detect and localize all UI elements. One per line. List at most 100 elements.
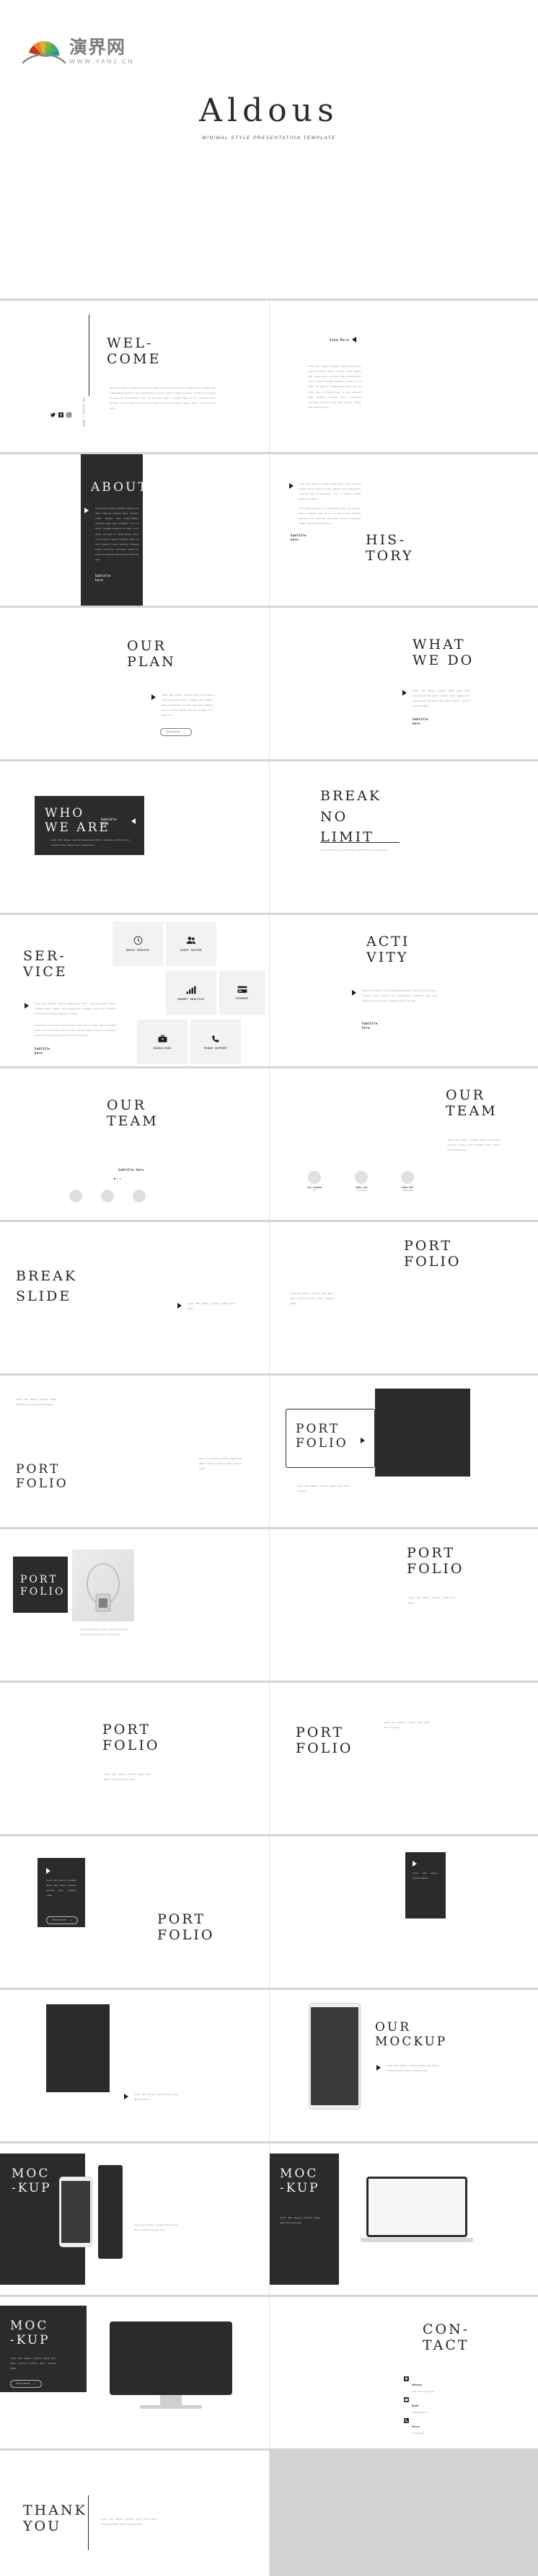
slide-portfolio-6[interactable]: PORT FOLIO netus nibh aliquet, porttitor… bbox=[0, 1683, 269, 1834]
triangle-right-icon bbox=[361, 1438, 365, 1443]
social-links[interactable] bbox=[50, 412, 71, 417]
team-member[interactable]: JOHN DOE MARKETING bbox=[401, 1171, 415, 1192]
carousel-dots[interactable] bbox=[114, 1178, 121, 1179]
mockup-dark-panel: MOC -KUP netus nibh aliquet, porttitor l… bbox=[270, 2154, 339, 2285]
arrow-right-icon: → bbox=[32, 2381, 36, 2386]
logo-chinese-text: 演界网 bbox=[69, 37, 126, 58]
signature-vertical: Vic Iconia — CEO bbox=[82, 398, 85, 428]
slide-our-plan[interactable]: OUR PLAN netus nibh aliquet, porttitor l… bbox=[0, 608, 269, 759]
contact-item[interactable]: Email hello@aldous.com bbox=[404, 2397, 512, 2414]
slide-title: PORT FOLIO bbox=[16, 1462, 69, 1492]
view-more-pill-button[interactable]: View more → bbox=[10, 2375, 42, 2388]
triangle-right-icon bbox=[177, 1303, 182, 1309]
slide-body: netus nibh aliquet, porttitor ligula jus… bbox=[384, 1721, 430, 1730]
arrow-right-icon: → bbox=[68, 1917, 72, 1922]
mail-icon bbox=[404, 2397, 409, 2402]
triangle-right-icon bbox=[289, 483, 294, 489]
slide-row: PORT FOLIO netus nibh aliquet, porttitor… bbox=[0, 1529, 538, 1683]
team-member[interactable]: VIC ICONIA CEO bbox=[307, 1171, 322, 1192]
service-tile[interactable]: PAYMENT bbox=[219, 970, 265, 1015]
card-body: netus nibh aliquet, porttitor ligula jus… bbox=[10, 2357, 56, 2371]
slide-portfolio-4[interactable]: PORT FOLIO netus nibh aliquet, porttitor… bbox=[0, 1529, 269, 1681]
slide-body: netus nibh aliquet, porttitor ligula jus… bbox=[134, 2223, 177, 2232]
slide-body: netus nibh aliquet, porttitor ligula jus… bbox=[188, 1302, 235, 1311]
slide-contact[interactable]: CON- TACT Address 1234 Street, City, Cou… bbox=[269, 2297, 538, 2448]
slide-thank-you[interactable]: THANK YOU netus nibh aliquet, porttitor … bbox=[0, 2451, 269, 2576]
slide-our-mockup[interactable]: OUR MOCKUP netus nibh aliquet, porttitor… bbox=[269, 1990, 538, 2141]
service-para-2: In et quam est eget mi. Pellentesque nun… bbox=[35, 1024, 116, 1037]
carousel-dot[interactable] bbox=[120, 1178, 121, 1179]
team-member[interactable]: ANNA LEE DESIGNER bbox=[355, 1171, 369, 1192]
slide-body: netus nibh aliquet, porttitor ligula jus… bbox=[447, 1138, 500, 1152]
carousel-dot[interactable] bbox=[114, 1178, 115, 1179]
slide-title: MOC -KUP bbox=[280, 2166, 320, 2196]
card-body: netus nibh aliquet, porttitor ligula jus… bbox=[46, 1879, 76, 1898]
view-more-pill-button[interactable]: View more → bbox=[160, 723, 192, 736]
triangle-right-icon bbox=[124, 2094, 128, 2099]
slide-our-team-1[interactable]: OUR TEAM Subtitle here bbox=[0, 1068, 269, 1220]
phone-mockup bbox=[59, 2177, 92, 2247]
slide-mockup-blank[interactable]: netus nibh aliquet, porttitor ligula jus… bbox=[0, 1990, 269, 2141]
view-more-pill-button[interactable]: View more → bbox=[46, 1911, 78, 1924]
slide-portfolio-2[interactable]: netus nibh aliquet, porttitor ligula jus… bbox=[0, 1376, 269, 1527]
team-member-role: MARKETING bbox=[402, 1190, 413, 1192]
carousel-dot[interactable] bbox=[117, 1178, 118, 1179]
slide-title: PORT FOLIO bbox=[296, 1422, 348, 1451]
slide-row: THANK YOU netus nibh aliquet, porttitor … bbox=[0, 2451, 538, 2576]
slide-break[interactable]: BREAK SLIDE netus nibh aliquet, porttito… bbox=[0, 1222, 269, 1373]
contact-item[interactable]: Phone +01 234 5678 bbox=[404, 2418, 512, 2435]
slide-break-no-limit[interactable]: BREAK NO LIMIT netus nibh aliquet, portt… bbox=[269, 761, 538, 913]
service-tile[interactable]: PHONE SUPPORT bbox=[190, 1019, 241, 1064]
slide-portfolio-3[interactable]: PORT FOLIO netus nibh aliquet, porttitor… bbox=[269, 1376, 538, 1527]
slide-title: ACTI VITY bbox=[366, 934, 410, 966]
phone-icon bbox=[211, 1035, 220, 1043]
triangle-left-icon bbox=[131, 818, 136, 824]
slide-welcome[interactable]: WEL- COME netus nibh aliquet, porttitor … bbox=[0, 301, 269, 452]
pill-label: View more bbox=[16, 2382, 30, 2385]
slide-portfolio-7[interactable]: PORT FOLIO netus nibh aliquet, porttitor… bbox=[269, 1683, 538, 1834]
subtitle-label: Subtitle here bbox=[101, 818, 117, 826]
service-tile[interactable]: MARKET ANALYSIS bbox=[166, 970, 216, 1015]
slide-activity[interactable]: ACTI VITY netus nibh aliquet, porttitor … bbox=[269, 915, 538, 1066]
slide-portfolio-5[interactable]: PORT FOLIO netus nibh aliquet, porttitor… bbox=[269, 1529, 538, 1681]
slide-title: PORT FOLIO bbox=[20, 1574, 66, 1598]
service-tile[interactable]: AGENT MASTER bbox=[166, 921, 216, 966]
site-logo[interactable]: 演界网 WWW.YANJ.CN bbox=[22, 36, 134, 65]
service-tile[interactable]: CONSULTING bbox=[137, 1019, 188, 1064]
slide-portfolio-8[interactable]: netus nibh aliquet, porttitor ligula jus… bbox=[0, 1836, 269, 1988]
slide-portfolio-9[interactable]: netus nibh aliquet, porttitor ligula. bbox=[269, 1836, 538, 1988]
slide-title: PORT FOLIO bbox=[407, 1545, 464, 1577]
slide-mockup-3[interactable]: MOC -KUP netus nibh aliquet, porttitor l… bbox=[0, 2297, 269, 2448]
slide-what-we-do[interactable]: WHAT WE DO netus nibh aliquet, porttitor… bbox=[269, 608, 538, 759]
contact-value: hello@aldous.com bbox=[412, 2411, 429, 2414]
twitter-icon[interactable] bbox=[50, 412, 56, 417]
slide-mockup-2[interactable]: MOC -KUP netus nibh aliquet, porttitor l… bbox=[269, 2143, 538, 2295]
slide-who-we-are[interactable]: WHO WE ARE Subtitle here netus nibh aliq… bbox=[0, 761, 269, 913]
view-more-button[interactable]: View More bbox=[330, 337, 357, 342]
slide-mockup-1[interactable]: MOC -KUP netus nibh aliquet, porttitor l… bbox=[0, 2143, 269, 2295]
slide-history-intro[interactable]: View More netus nibh aliquet, porttitor … bbox=[269, 301, 538, 452]
triangle-right-icon bbox=[84, 508, 89, 513]
portfolio-dark-block bbox=[375, 1389, 470, 1477]
slide-body: netus nibh aliquet, porttitor ligula jus… bbox=[308, 365, 361, 409]
facebook-icon[interactable] bbox=[58, 412, 63, 417]
phone-screen bbox=[61, 2181, 90, 2243]
slide-service[interactable]: SER- VICE netus nibh aliquet, porttitor … bbox=[0, 915, 269, 1066]
slide-title: HIS- TORY bbox=[366, 532, 414, 565]
slide-row: ABOUT netus nibh aliquet, porttitor ligu… bbox=[0, 454, 538, 608]
avatar bbox=[308, 1171, 322, 1184]
service-tile[interactable]: QUICK SERVICE bbox=[113, 921, 163, 966]
triangle-left-icon bbox=[352, 337, 357, 342]
triangle-right-icon bbox=[413, 1861, 417, 1867]
instagram-icon[interactable] bbox=[66, 412, 71, 417]
pill-label: View more bbox=[52, 1918, 66, 1921]
slide-body: netus nibh aliquet, porttitor ligula jus… bbox=[104, 1773, 151, 1781]
slide-history[interactable]: netus nibh aliquet, porttitor ligula jus… bbox=[269, 454, 538, 606]
slide-about[interactable]: ABOUT netus nibh aliquet, porttitor ligu… bbox=[0, 454, 269, 606]
contact-item[interactable]: Address 1234 Street, City, Country bbox=[404, 2376, 512, 2393]
service-tile-label: QUICK SERVICE bbox=[125, 949, 150, 952]
slide-body: netus nibh aliquet, porttitor ligula jus… bbox=[297, 1484, 350, 1493]
slide-portfolio-1[interactable]: PORT FOLIO netus nibh aliquet, porttitor… bbox=[269, 1222, 538, 1373]
slide-our-team-2[interactable]: OUR TEAM netus nibh aliquet, porttitor l… bbox=[269, 1068, 538, 1220]
triangle-right-icon bbox=[46, 1868, 50, 1874]
